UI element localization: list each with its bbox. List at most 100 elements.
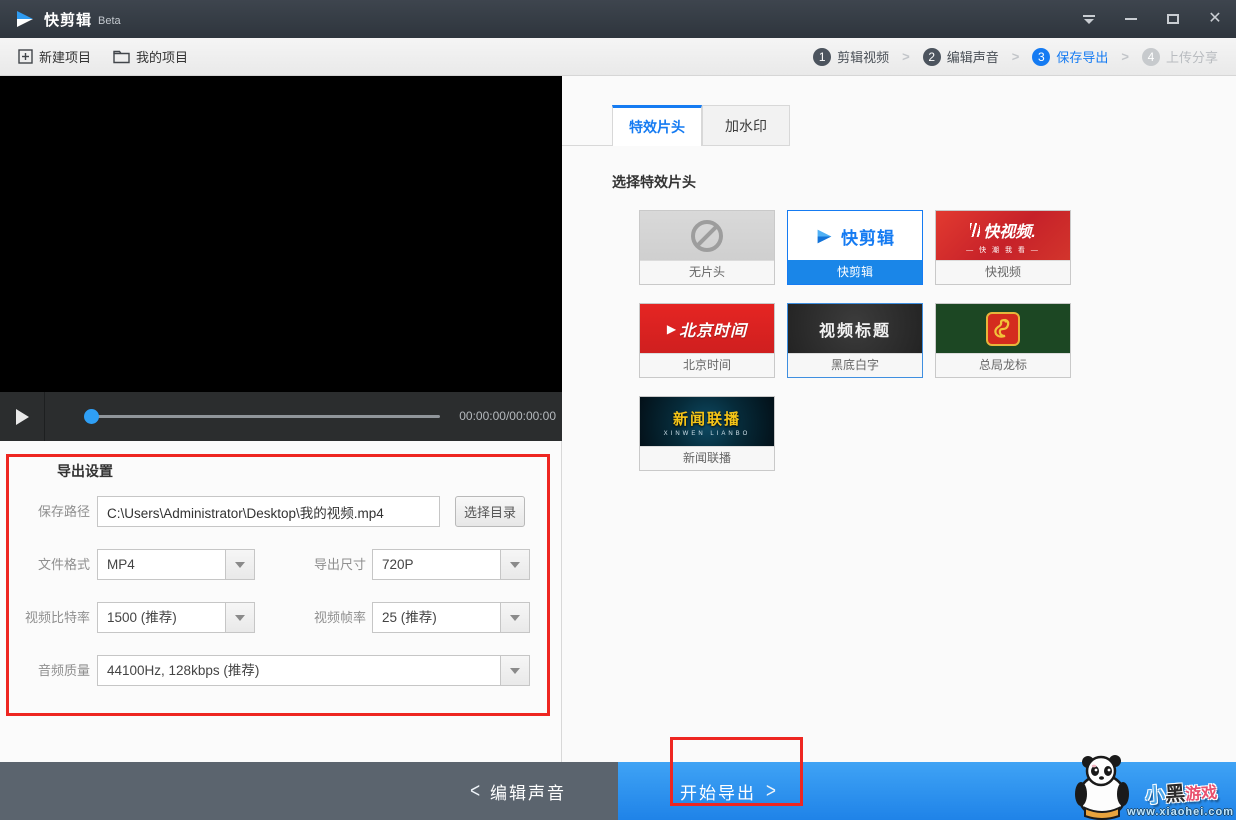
intro-card-thumbnail: ▶北京时间: [640, 304, 774, 354]
intro-card-thumbnail: [640, 211, 774, 261]
chevron-right-icon: >: [1121, 49, 1129, 64]
video-framerate-select[interactable]: 25 (推荐): [372, 602, 530, 633]
intro-card-bjtime[interactable]: ▶北京时间 北京时间: [639, 303, 775, 378]
step-label: 上传分享: [1166, 47, 1218, 66]
tab-watermark[interactable]: 加水印: [702, 105, 790, 146]
intro-card-label: 快剪辑: [788, 260, 922, 284]
intro-card-thumbnail: [936, 304, 1070, 354]
dragon-seal-icon: [986, 312, 1020, 346]
audio-quality-value: 44100Hz, 128kbps (推荐): [107, 656, 497, 685]
step-edit-audio[interactable]: 2 编辑声音: [923, 47, 999, 66]
export-size-value: 720P: [382, 550, 497, 579]
player-bar: 00:00:00/00:00:00: [0, 392, 562, 441]
intro-card-dragon[interactable]: 总局龙标: [935, 303, 1071, 378]
seek-bar[interactable]: [88, 415, 440, 418]
audio-quality-select[interactable]: 44100Hz, 128kbps (推荐): [97, 655, 530, 686]
new-project-button[interactable]: 新建项目: [14, 43, 95, 71]
intro-card-thumbnail: 快剪辑: [788, 211, 922, 261]
bitrate-framerate-row: 视频比特率 1500 (推荐) 视频帧率 25 (推荐): [0, 602, 562, 633]
intro-card-kjj[interactable]: 快剪辑 快剪辑: [787, 210, 923, 285]
tab-underline: [562, 145, 612, 146]
intro-card-ksp[interactable]: 快视频. — 快 潮 我 看 — 快视频: [935, 210, 1071, 285]
app-logo-icon: [14, 8, 36, 30]
site-watermark: 小黑游戏 www.xiaohei.com: [1071, 752, 1234, 820]
video-bitrate-label: 视频比特率: [0, 602, 90, 633]
file-format-select[interactable]: MP4: [97, 549, 255, 580]
step-upload-share[interactable]: 4 上传分享: [1142, 47, 1218, 66]
my-projects-button[interactable]: 我的项目: [109, 43, 192, 71]
video-framerate-label: 视频帧率: [298, 602, 366, 633]
video-framerate-value: 25 (推荐): [382, 603, 497, 632]
file-format-value: MP4: [107, 550, 222, 579]
back-button-label: 编辑声音: [490, 779, 566, 804]
step-label: 剪辑视频: [837, 47, 889, 66]
app-title: 快剪辑: [44, 9, 92, 30]
export-settings-panel: 导出设置 保存路径 选择目录 文件格式 MP4 导出尺寸 720P 视: [0, 441, 562, 762]
intro-card-label: 新闻联播: [640, 446, 774, 470]
intro-section-heading: 选择特效片头: [612, 172, 696, 192]
watermark-name: 小黑游戏: [1144, 775, 1218, 809]
intro-card-none[interactable]: 无片头: [639, 210, 775, 285]
export-size-select[interactable]: 720P: [372, 549, 530, 580]
maximize-icon[interactable]: [1152, 0, 1194, 38]
intro-card-grid: 无片头 快剪辑 快剪辑快视频. — 快 潮 我 看 — 快视频 ▶北京时间 北京时…: [639, 210, 1089, 471]
step-edit-video[interactable]: 1 剪辑视频: [813, 47, 889, 66]
dropdown-arrow-icon: [225, 603, 254, 632]
app-window: 快剪辑 Beta ✕ 新建项目 我的项目: [0, 0, 1236, 820]
new-project-label: 新建项目: [39, 47, 91, 66]
plus-square-icon: [18, 49, 33, 64]
intro-card-label: 快视频: [936, 260, 1070, 284]
step-badge: 2: [923, 48, 941, 66]
play-icon: [16, 409, 29, 425]
intro-card-label: 总局龙标: [936, 353, 1070, 377]
video-bitrate-value: 1500 (推荐): [107, 603, 222, 632]
minimize-icon[interactable]: [1110, 0, 1152, 38]
back-chevron-icon: <: [470, 779, 480, 804]
time-display: 00:00:00/00:00:00: [459, 392, 556, 441]
chevron-right-icon: >: [902, 49, 910, 64]
kuaijianji-logo-icon: [815, 227, 834, 246]
window-controls: ✕: [1068, 0, 1236, 38]
audio-quality-row: 音频质量 44100Hz, 128kbps (推荐): [0, 655, 562, 686]
step-label: 编辑声音: [947, 47, 999, 66]
title-bar: 快剪辑 Beta ✕: [0, 0, 1236, 38]
step-badge: 1: [813, 48, 831, 66]
dropdown-arrow-icon: [225, 550, 254, 579]
intro-card-label: 黑底白字: [788, 353, 922, 377]
panda-mascot-icon: [1071, 752, 1133, 820]
play-button[interactable]: [0, 392, 45, 441]
step-badge: 4: [1142, 48, 1160, 66]
seek-thumb[interactable]: [84, 409, 99, 424]
intro-card-label: 无片头: [640, 260, 774, 284]
export-button-label: 开始导出: [680, 779, 756, 804]
intro-card-news[interactable]: 新闻联播XINWEN LIANBO 新闻联播: [639, 396, 775, 471]
export-settings-title: 导出设置: [57, 461, 113, 481]
dropdown-arrow-icon: [500, 603, 529, 632]
back-edit-audio-button[interactable]: < 编辑声音: [0, 762, 618, 820]
step-badge: 3: [1032, 48, 1050, 66]
bottom-bar: < 编辑声音 开始导出 >: [0, 762, 1236, 820]
watermark-url: www.xiaohei.com: [1127, 806, 1234, 818]
close-icon[interactable]: ✕: [1194, 0, 1236, 38]
format-size-row: 文件格式 MP4 导出尺寸 720P: [0, 549, 562, 580]
no-intro-icon: [691, 220, 723, 252]
right-panel: 特效片头 加水印 选择特效片头 无片头 快剪辑 快剪辑快视频. — 快 潮 我 …: [562, 76, 1236, 762]
save-path-input[interactable]: [97, 496, 440, 527]
slashes-icon: [970, 223, 980, 237]
save-path-label: 保存路径: [0, 496, 90, 527]
file-format-label: 文件格式: [0, 549, 90, 580]
choose-directory-button[interactable]: 选择目录: [455, 496, 525, 527]
tab-intro-effects[interactable]: 特效片头: [612, 105, 702, 146]
save-path-row: 保存路径 选择目录: [0, 496, 562, 527]
intro-card-label: 北京时间: [640, 353, 774, 377]
my-projects-label: 我的项目: [136, 47, 188, 66]
intro-card-blacktitle[interactable]: 视频标题 黑底白字: [787, 303, 923, 378]
left-panel: 00:00:00/00:00:00 导出设置 保存路径 选择目录 文件格式 MP…: [0, 76, 562, 762]
skin-menu-icon[interactable]: [1068, 0, 1110, 38]
intro-card-thumbnail: 视频标题: [788, 304, 922, 354]
video-preview: [0, 76, 562, 392]
step-save-export[interactable]: 3 保存导出: [1032, 47, 1108, 66]
video-bitrate-select[interactable]: 1500 (推荐): [97, 602, 255, 633]
chevron-right-icon: >: [1012, 49, 1020, 64]
export-size-label: 导出尺寸: [298, 549, 366, 580]
